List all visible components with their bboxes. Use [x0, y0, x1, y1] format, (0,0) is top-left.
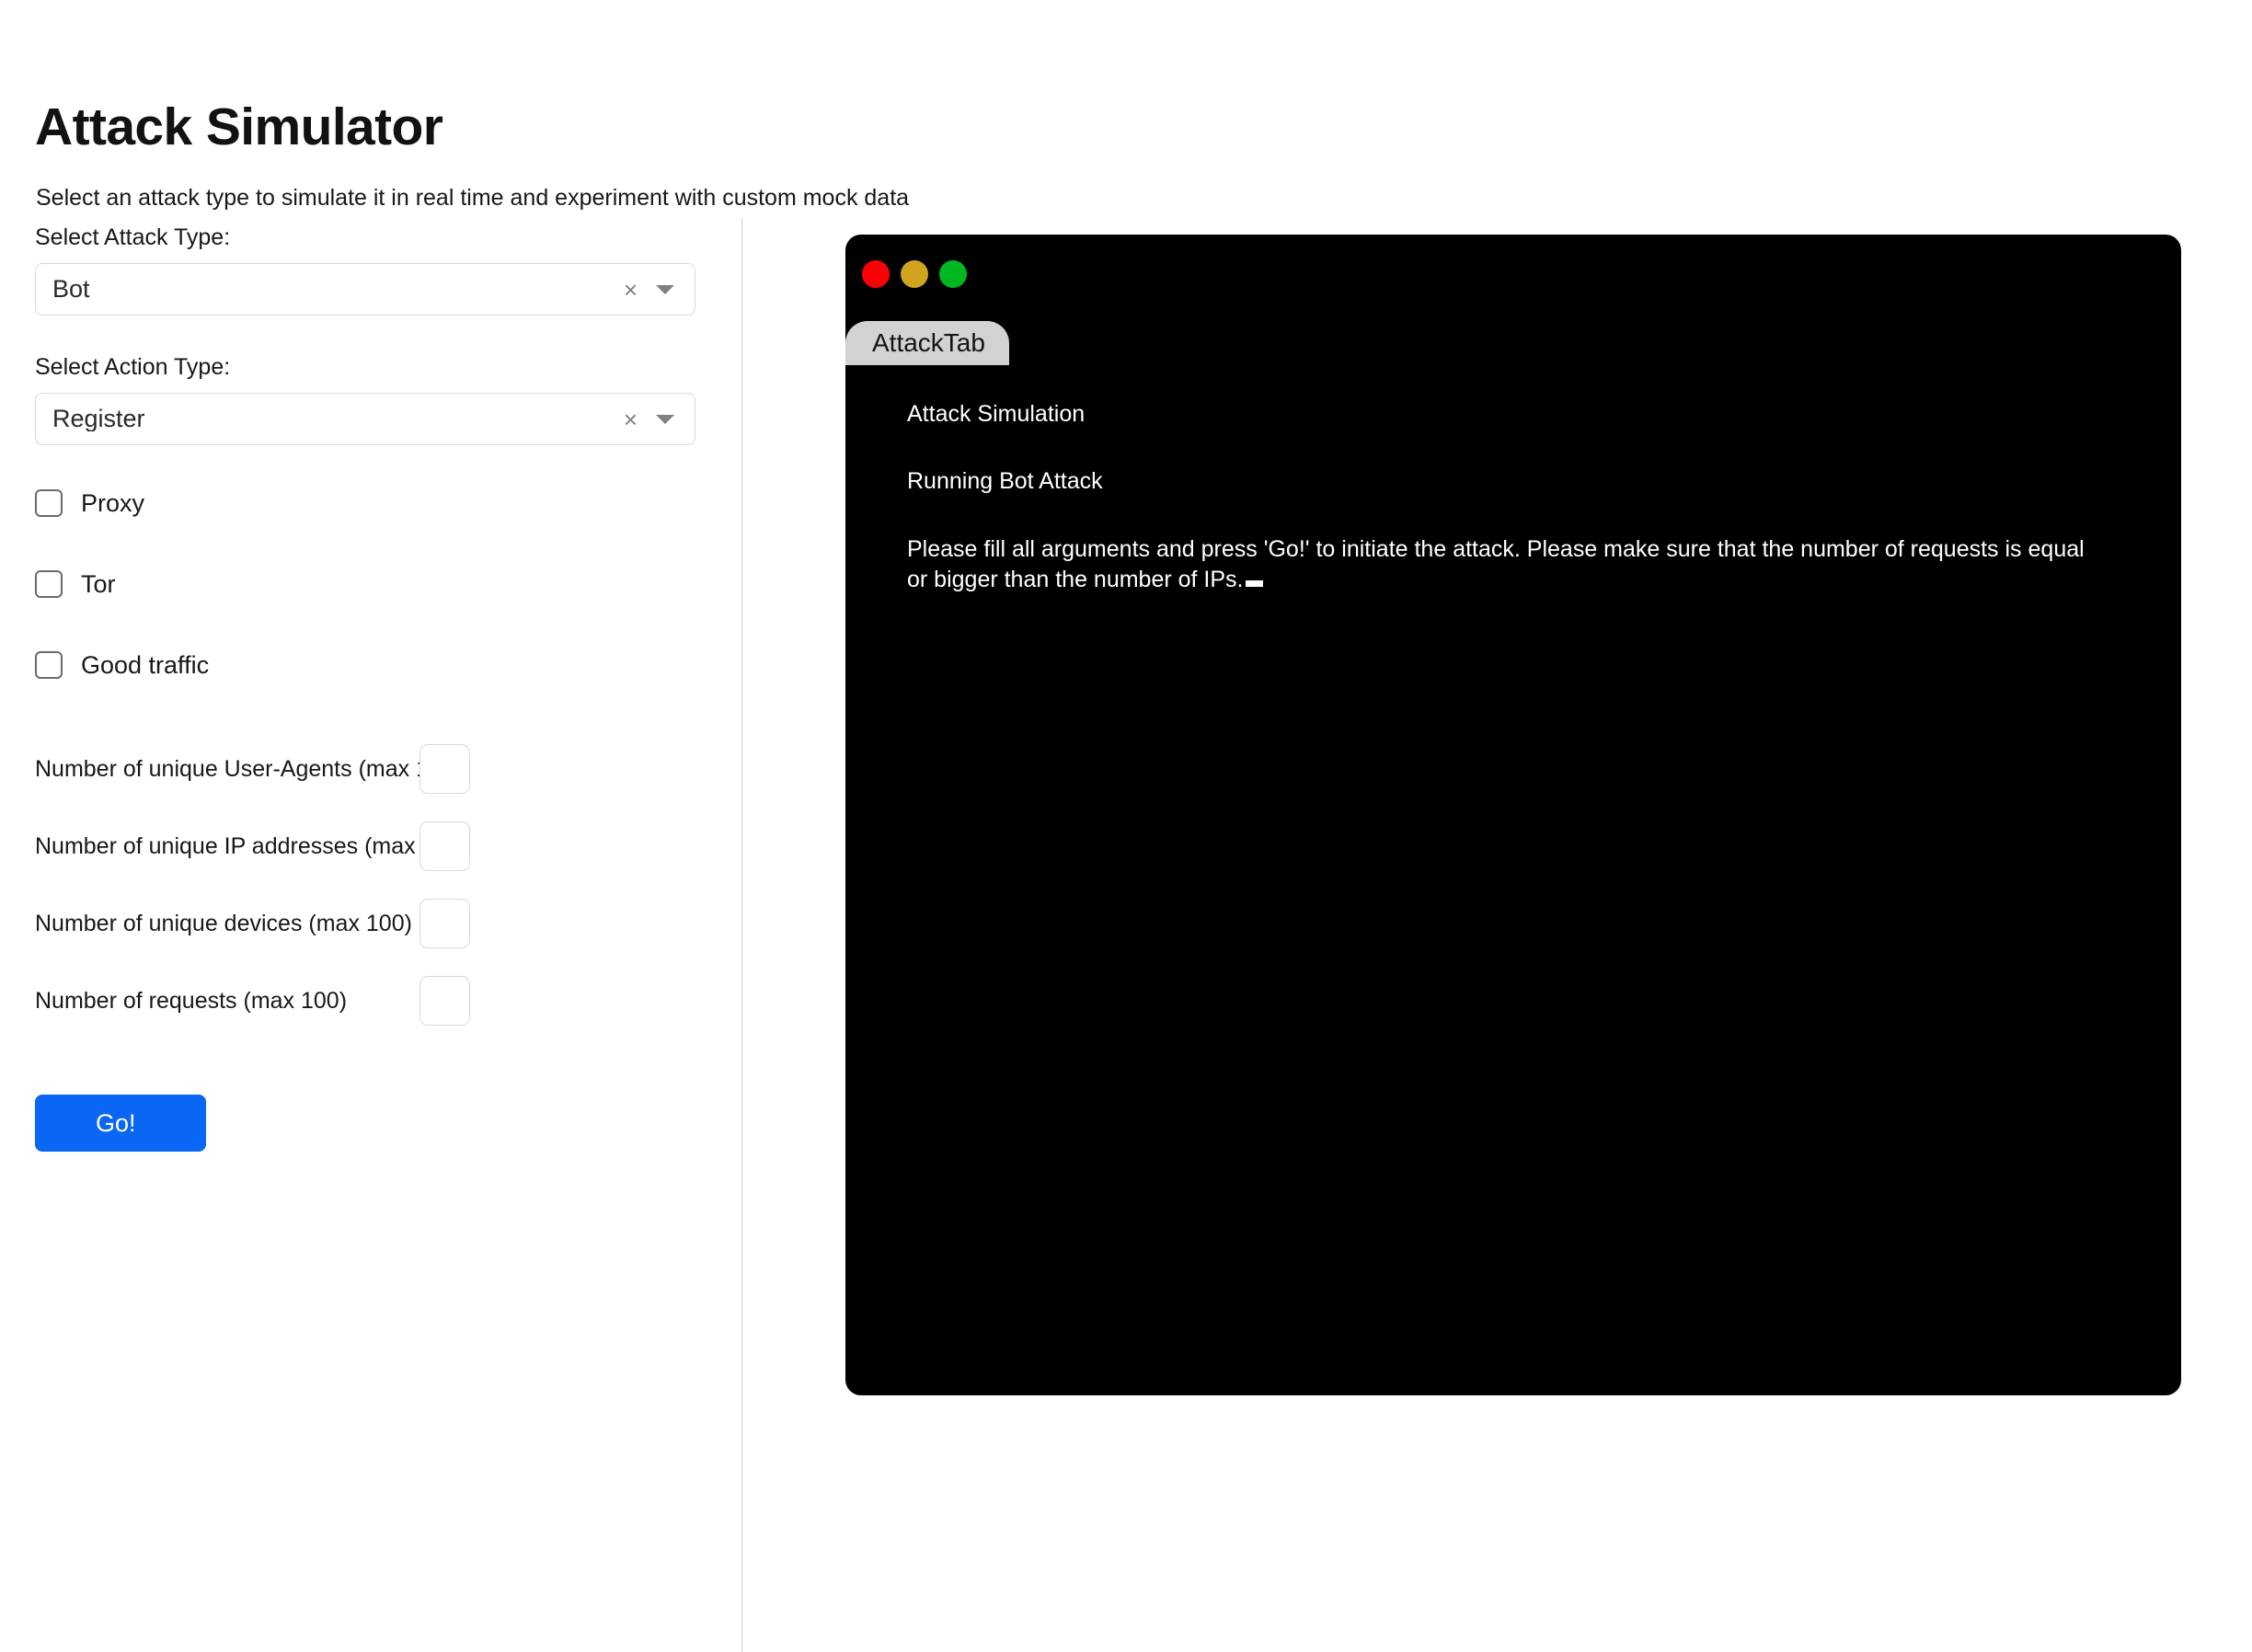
action-type-selected-value: Register: [36, 407, 618, 431]
terminal-cursor: [1246, 580, 1263, 587]
terminal-titlebar: [845, 235, 2181, 322]
action-type-field-group: Select Action Type: Register ×: [35, 353, 707, 445]
field-row-user-agents: Number of unique User-Agents (max 100): [35, 730, 695, 808]
checkbox-box-icon[interactable]: [35, 651, 63, 679]
window-minimize-icon[interactable]: [901, 260, 928, 288]
terminal-tab-attacktab[interactable]: AttackTab: [845, 321, 1009, 365]
field-row-devices: Number of unique devices (max 100): [35, 885, 695, 962]
action-type-select[interactable]: Register ×: [35, 393, 695, 445]
chevron-down-icon[interactable]: [656, 415, 674, 424]
input-requests[interactable]: [419, 976, 470, 1026]
go-button[interactable]: Go!: [35, 1095, 206, 1152]
checkbox-good-traffic[interactable]: Good traffic: [35, 649, 209, 681]
label-ip-addresses: Number of unique IP addresses (max 100): [35, 832, 468, 860]
field-row-requests: Number of requests (max 100): [35, 962, 695, 1039]
options-checkbox-group: Proxy Tor Good traffic: [35, 488, 707, 681]
field-row-ip-addresses: Number of unique IP addresses (max 100): [35, 808, 695, 885]
checkbox-label-tor: Tor: [81, 572, 116, 597]
input-user-agents[interactable]: [419, 744, 470, 794]
page-title: Attack Simulator: [35, 101, 442, 154]
terminal-tab-label: AttackTab: [872, 330, 985, 356]
checkbox-tor[interactable]: Tor: [35, 568, 116, 600]
page-subtitle: Select an attack type to simulate it in …: [36, 184, 909, 212]
attack-type-select[interactable]: Bot ×: [35, 263, 695, 315]
attack-type-selected-value: Bot: [36, 277, 618, 302]
terminal-instruction-text: Please fill all arguments and press 'Go!…: [907, 536, 2085, 592]
checkbox-box-icon[interactable]: [35, 489, 63, 517]
label-devices: Number of unique devices (max 100): [35, 910, 412, 937]
terminal-line-title: Attack Simulation: [907, 399, 2103, 430]
chevron-down-icon[interactable]: [656, 285, 674, 294]
window-close-icon[interactable]: [862, 260, 890, 288]
checkbox-label-proxy: Proxy: [81, 491, 144, 516]
label-requests: Number of requests (max 100): [35, 987, 347, 1015]
clear-icon[interactable]: ×: [618, 278, 643, 302]
terminal-line-instructions: Please fill all arguments and press 'Go!…: [907, 534, 2103, 596]
action-type-label: Select Action Type:: [35, 353, 707, 381]
window-maximize-icon[interactable]: [939, 260, 967, 288]
clear-icon[interactable]: ×: [618, 407, 643, 431]
attack-config-form: Select Attack Type: Bot × Select Action …: [35, 224, 707, 1152]
vertical-divider: [741, 218, 742, 1652]
input-ip-addresses[interactable]: [419, 821, 470, 871]
checkbox-label-good-traffic: Good traffic: [81, 653, 209, 678]
numeric-parameters-group: Number of unique User-Agents (max 100) N…: [35, 730, 707, 1039]
label-user-agents: Number of unique User-Agents (max 100): [35, 755, 462, 783]
attack-type-field-group: Select Attack Type: Bot ×: [35, 224, 707, 315]
terminal-line-status: Running Bot Attack: [907, 466, 2103, 497]
terminal-output: Attack Simulation Running Bot Attack Ple…: [907, 399, 2103, 595]
checkbox-proxy[interactable]: Proxy: [35, 488, 144, 519]
attack-type-label: Select Attack Type:: [35, 224, 707, 251]
input-devices[interactable]: [419, 899, 470, 948]
checkbox-box-icon[interactable]: [35, 570, 63, 598]
